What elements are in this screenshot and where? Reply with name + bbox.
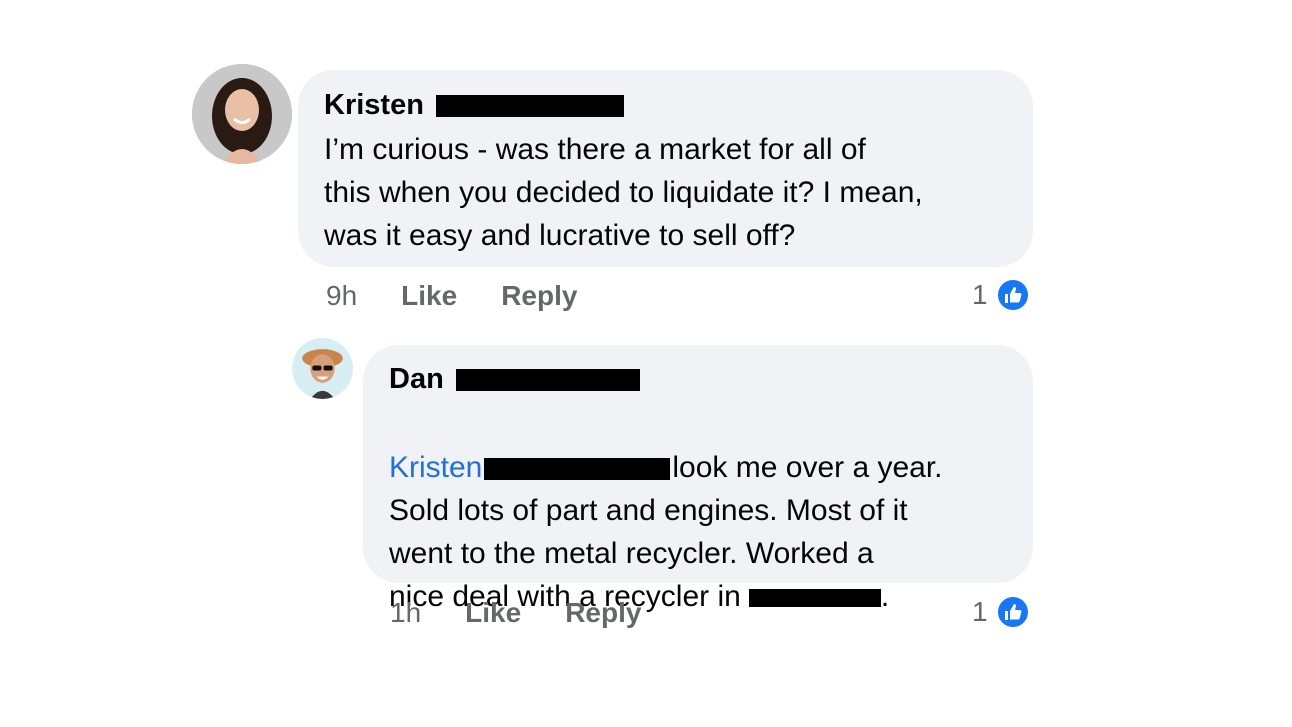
comment-actions: 9h Like Reply	[326, 280, 577, 312]
redaction-bar	[748, 589, 881, 608]
mention-link[interactable]: Kristen	[389, 451, 482, 484]
comment-text: Kristen look me over a year. Sold lots of…	[389, 451, 943, 613]
reaction-count: 1	[972, 596, 988, 627]
reply-button[interactable]: Reply	[501, 280, 577, 312]
like-icon	[995, 595, 1030, 629]
like-button[interactable]: Like	[465, 597, 521, 629]
reply-button[interactable]: Reply	[565, 597, 641, 629]
reaction-summary[interactable]: 1	[972, 595, 1030, 629]
redaction-bar	[435, 95, 624, 118]
like-icon	[995, 278, 1030, 312]
redaction-bar	[484, 458, 671, 481]
comment-author[interactable]: Kristen	[324, 88, 624, 122]
comment-actions: 1h Like Reply	[390, 597, 641, 629]
comment-timestamp[interactable]: 1h	[390, 597, 421, 629]
comment-timestamp[interactable]: 9h	[326, 280, 357, 312]
comment-bubble: Kristen I’m curious - was there a market…	[298, 70, 1033, 267]
reaction-summary[interactable]: 1	[972, 278, 1030, 312]
comment-text: I’m curious - was there a market for all…	[324, 133, 923, 252]
comment-bubble: Dan Kristen look me over a year. Sold lot…	[363, 345, 1033, 613]
avatar-kristen[interactable]	[192, 64, 292, 164]
like-button[interactable]: Like	[401, 280, 457, 312]
reaction-count: 1	[972, 279, 988, 310]
comment-author[interactable]: Dan	[389, 362, 640, 396]
redaction-bar	[455, 369, 640, 392]
avatar-dan[interactable]	[292, 338, 353, 399]
